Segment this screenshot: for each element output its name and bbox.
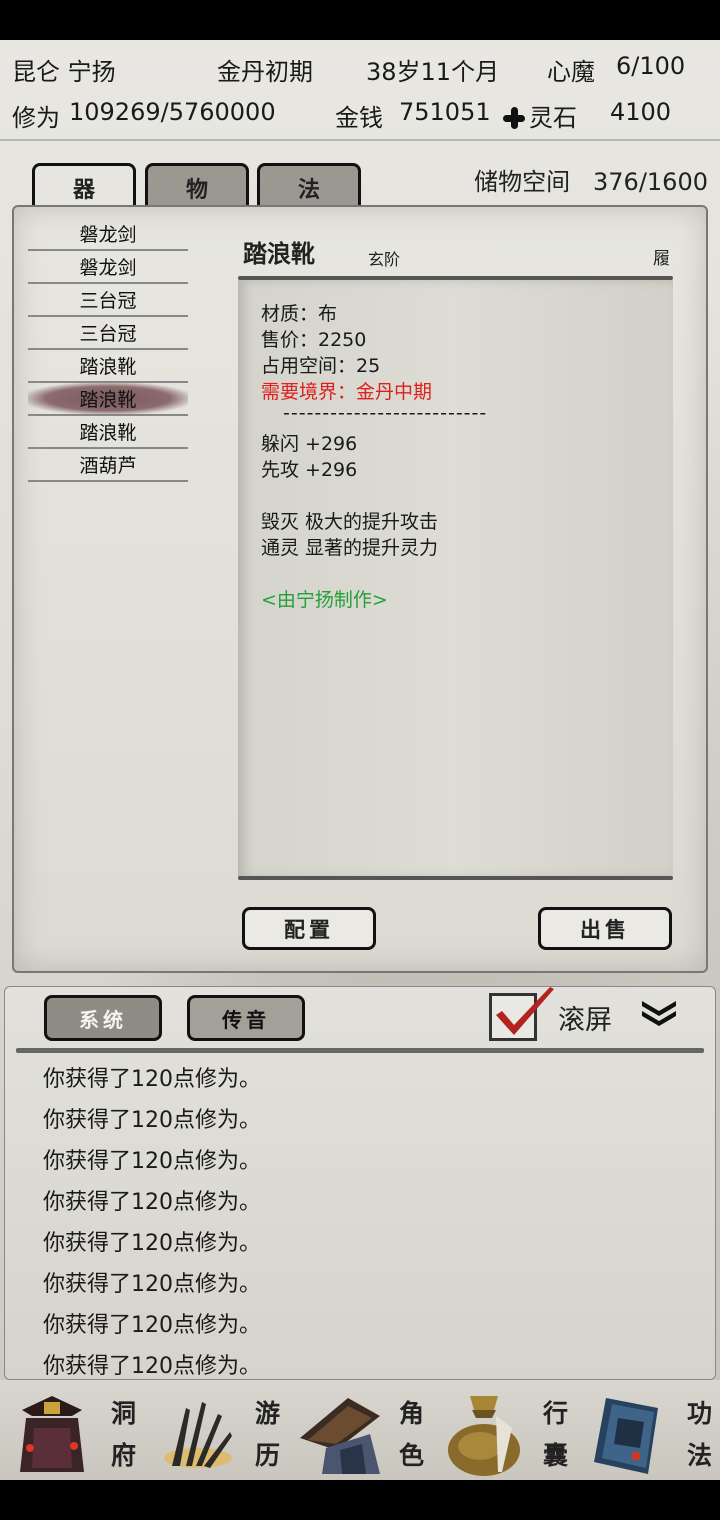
technique-book-icon bbox=[594, 1398, 658, 1474]
storage-label: 储物空间 bbox=[474, 168, 571, 196]
travel-icon bbox=[164, 1402, 232, 1468]
detail-divider: -------------------------- bbox=[283, 402, 488, 424]
item-stat-initiative: 先攻 +296 bbox=[261, 459, 358, 481]
nav-travel[interactable]: 游 历 bbox=[144, 1380, 288, 1480]
money-label: 金钱 bbox=[335, 104, 383, 132]
list-item[interactable]: 三台冠 bbox=[28, 317, 188, 350]
auto-scroll-label: 滚屏 bbox=[558, 1005, 612, 1036]
spirit-stone: 灵石 bbox=[503, 98, 577, 133]
cultivation-value: 109269/5760000 bbox=[69, 98, 276, 126]
item-list: 磐龙剑 磐龙剑 三台冠 三台冠 踏浪靴 踏浪靴 踏浪靴 酒葫芦 bbox=[28, 218, 188, 482]
nav-label-1: 功 bbox=[686, 1399, 712, 1428]
log-entry: 你获得了120点修为。 bbox=[43, 1066, 261, 1092]
location-name: 昆仑 宁扬 bbox=[12, 58, 116, 86]
spirit-stone-value: 4100 bbox=[610, 98, 672, 126]
nav-label-1: 行 bbox=[542, 1399, 568, 1428]
list-item[interactable]: 三台冠 bbox=[28, 284, 188, 317]
item-detail-title: 踏浪靴 bbox=[243, 239, 315, 268]
log-entry: 你获得了120点修为。 bbox=[43, 1148, 261, 1174]
log-lines: 你获得了120点修为。 你获得了120点修为。 你获得了120点修为。 你获得了… bbox=[43, 1056, 261, 1384]
tab-items[interactable]: 物 bbox=[145, 163, 249, 209]
log-entry: 你获得了120点修为。 bbox=[43, 1312, 261, 1338]
item-price: 售价：2250 bbox=[261, 329, 367, 351]
age-label: 38岁11个月 bbox=[366, 58, 500, 86]
nav-cave-residence[interactable]: 洞 府 bbox=[0, 1380, 144, 1480]
checkmark-icon bbox=[496, 987, 554, 1035]
money-value: 751051 bbox=[399, 98, 491, 126]
header-divider bbox=[0, 139, 720, 141]
log-entry: 你获得了120点修为。 bbox=[43, 1353, 261, 1379]
nav-techniques[interactable]: 功 法 bbox=[576, 1380, 720, 1480]
double-chevron-down-icon[interactable] bbox=[640, 998, 678, 1028]
nav-label-1: 洞 bbox=[110, 1399, 136, 1428]
player-header: 昆仑 宁扬 金丹初期 38岁11个月 心魔 6/100 修为 109269/57… bbox=[0, 40, 720, 140]
list-item[interactable]: 踏浪靴 bbox=[28, 416, 188, 449]
nav-label-2: 囊 bbox=[542, 1441, 568, 1470]
detail-scroll-rod-bottom bbox=[238, 876, 673, 880]
item-slot: 履 bbox=[653, 249, 670, 269]
list-item[interactable]: 磐龙剑 bbox=[28, 251, 188, 284]
bag-icon bbox=[448, 1396, 520, 1476]
list-item-selected[interactable]: 踏浪靴 bbox=[28, 383, 188, 416]
cultivation-label: 修为 bbox=[12, 104, 60, 132]
nav-label-1: 角 bbox=[398, 1399, 424, 1428]
tab-system-log[interactable]: 系统 bbox=[44, 995, 162, 1041]
item-effect-spirit: 通灵 显著的提升灵力 bbox=[261, 537, 439, 559]
cave-residence-icon bbox=[20, 1396, 84, 1472]
sell-button[interactable]: 出售 bbox=[538, 907, 672, 950]
item-effect-destroy: 毁灭 极大的提升攻击 bbox=[261, 511, 439, 533]
item-requirement: 需要境界：金丹中期 bbox=[261, 381, 433, 403]
system-navigation-bar bbox=[0, 1480, 720, 1520]
tab-equipment[interactable]: 器 bbox=[32, 163, 136, 209]
nav-label-2: 法 bbox=[686, 1441, 712, 1470]
character-icon bbox=[300, 1398, 380, 1474]
equip-button[interactable]: 配置 bbox=[242, 907, 376, 950]
nav-character[interactable]: 角 色 bbox=[288, 1380, 432, 1480]
item-maker: <由宁扬制作> bbox=[261, 589, 388, 611]
list-item[interactable]: 踏浪靴 bbox=[28, 350, 188, 383]
nav-label-2: 色 bbox=[398, 1441, 424, 1470]
storage-capacity: 储物空间 376/1600 bbox=[474, 162, 708, 197]
item-material: 材质：布 bbox=[261, 303, 338, 325]
storage-value: 376/1600 bbox=[593, 168, 708, 196]
spirit-stone-label: 灵石 bbox=[529, 104, 577, 132]
item-grade: 玄阶 bbox=[368, 250, 401, 269]
heart-demon-value: 6/100 bbox=[616, 52, 686, 80]
item-space: 占用空间：25 bbox=[261, 355, 381, 377]
nav-label-2: 历 bbox=[254, 1441, 280, 1470]
nav-bag[interactable]: 行 囊 bbox=[432, 1380, 576, 1480]
tab-voice-message[interactable]: 传音 bbox=[187, 995, 305, 1041]
log-entry: 你获得了120点修为。 bbox=[43, 1107, 261, 1133]
log-entry: 你获得了120点修为。 bbox=[43, 1189, 261, 1215]
system-status-bar bbox=[0, 0, 720, 40]
heart-demon-label: 心魔 bbox=[547, 58, 595, 86]
list-item[interactable]: 酒葫芦 bbox=[28, 449, 188, 482]
list-item[interactable]: 磐龙剑 bbox=[28, 218, 188, 251]
log-entry: 你获得了120点修为。 bbox=[43, 1230, 261, 1256]
tab-techniques[interactable]: 法 bbox=[257, 163, 361, 209]
log-entry: 你获得了120点修为。 bbox=[43, 1271, 261, 1297]
item-stat-dodge: 躲闪 +296 bbox=[261, 433, 358, 455]
spirit-stone-icon bbox=[503, 107, 525, 129]
nav-label-2: 府 bbox=[110, 1441, 136, 1470]
realm-label: 金丹初期 bbox=[217, 58, 313, 86]
log-divider bbox=[16, 1048, 704, 1053]
nav-label-1: 游 bbox=[254, 1399, 280, 1428]
